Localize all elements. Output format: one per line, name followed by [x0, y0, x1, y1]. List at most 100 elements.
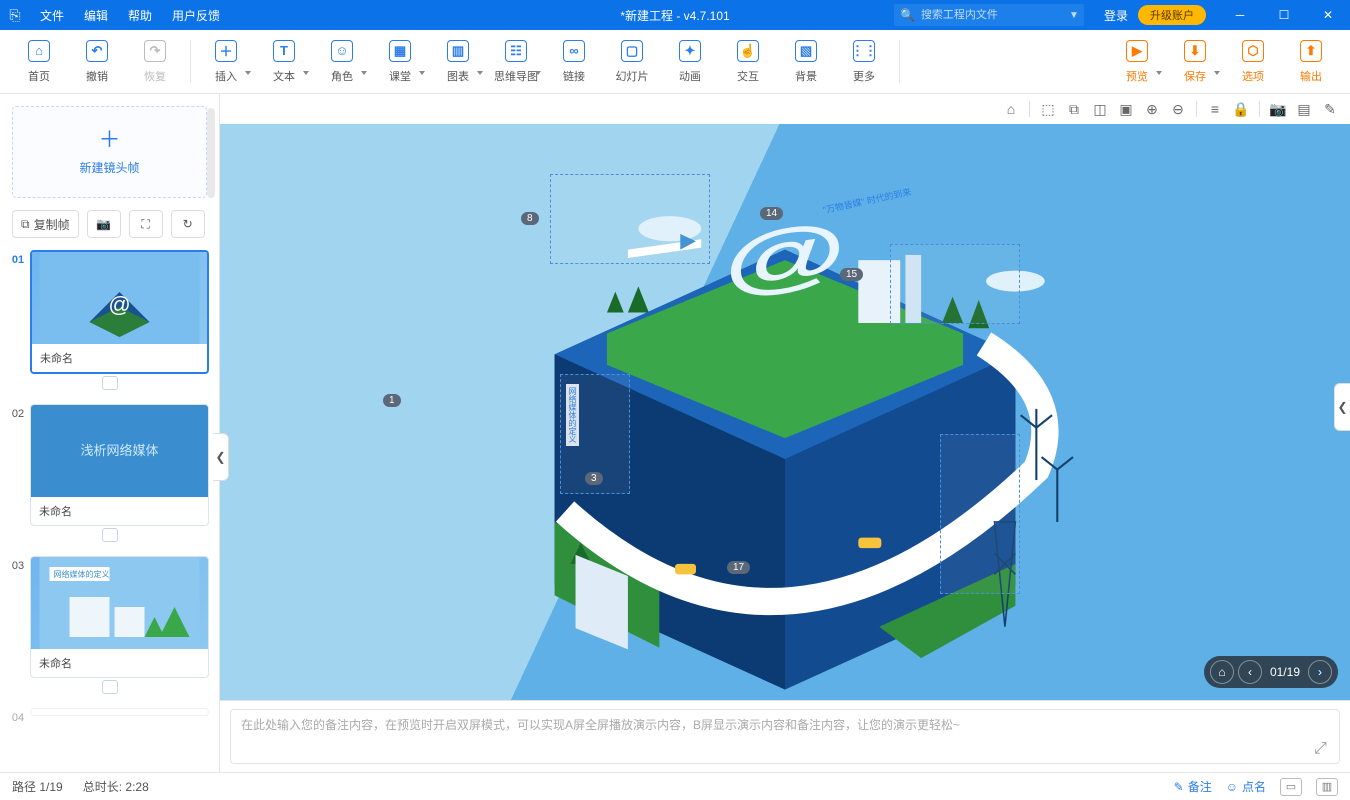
app-icon: ⎘ — [0, 7, 30, 24]
status-note-link[interactable]: ✎备注 — [1174, 778, 1212, 795]
marker[interactable]: 8 — [521, 212, 539, 225]
upgrade-button[interactable]: 升级账户 — [1138, 5, 1206, 25]
tool-undo[interactable]: ↶撤销 — [68, 30, 126, 93]
thumb-num: 02 — [9, 408, 27, 420]
notes-input[interactable] — [230, 709, 1340, 764]
canvas-toolbar: ⌂ ⬚ ⧉ ◫ ▣ ⊕ ⊖ ≡ 🔒 📷 ▤ ✎ — [220, 94, 1350, 124]
tool-export[interactable]: ⬆输出 — [1282, 30, 1340, 93]
canvas-clip-icon[interactable]: ◫ — [1088, 97, 1112, 121]
tool-slide[interactable]: ▢幻灯片 — [603, 30, 661, 93]
thumb-03[interactable]: 03 网络媒体的定义 未命名 — [10, 556, 209, 698]
edit-icon[interactable]: ✎ — [1318, 97, 1342, 121]
zoom-in-icon[interactable]: ⊕ — [1140, 97, 1164, 121]
canvas-area: ⌂ ⬚ ⧉ ◫ ▣ ⊕ ⊖ ≡ 🔒 📷 ▤ ✎ — [220, 94, 1350, 772]
zoom-out-icon[interactable]: ⊖ — [1166, 97, 1190, 121]
nav-prev-icon[interactable]: ‹ — [1238, 660, 1262, 684]
marker[interactable]: 17 — [727, 561, 750, 574]
tool-class[interactable]: ▦课堂 — [371, 30, 429, 93]
snapshot-icon[interactable]: 📷 — [1266, 97, 1290, 121]
marker[interactable]: 1 — [383, 394, 401, 407]
svg-text:@: @ — [108, 292, 130, 317]
timer-icon — [102, 680, 118, 694]
tool-preview[interactable]: ▶预览 — [1108, 30, 1166, 93]
tool-bg[interactable]: ▧背景 — [777, 30, 835, 93]
thumb-caption: 未命名 — [31, 497, 208, 525]
status-roll-link[interactable]: ☺点名 — [1226, 778, 1266, 795]
canvas[interactable]: @ — [220, 124, 1350, 700]
tool-interact[interactable]: ☝交互 — [719, 30, 777, 93]
sidebar: ＋ 新建镜头帧 ⧉复制帧 📷 ⛶ ↻ 01 @ 未命名 02 浅析网络媒体 — [0, 94, 220, 772]
svg-text:@: @ — [724, 206, 847, 307]
status-path: 路径 1/19 — [12, 778, 63, 795]
canvas-home-icon[interactable]: ⌂ — [999, 97, 1023, 121]
note-icon: ✎ — [1174, 780, 1184, 794]
tool-more[interactable]: ⋮⋮更多 — [835, 30, 893, 93]
new-frame-button[interactable]: ＋ 新建镜头帧 — [12, 106, 207, 198]
plus-icon: ＋ — [98, 129, 120, 151]
camera-icon: 📷 — [96, 217, 111, 231]
search-box[interactable]: 🔍 ▼ — [894, 4, 1084, 26]
camera-button[interactable]: 📷 — [87, 210, 121, 238]
canvas-paste-icon[interactable]: ▣ — [1114, 97, 1138, 121]
tool-redo[interactable]: ↷恢复 — [126, 30, 184, 93]
nav-home-icon[interactable]: ⌂ — [1210, 660, 1234, 684]
search-input[interactable] — [921, 9, 1063, 21]
tool-options[interactable]: ⬡选项 — [1224, 30, 1282, 93]
thumb-02[interactable]: 02 浅析网络媒体 未命名 — [10, 404, 209, 546]
thumb-01[interactable]: 01 @ 未命名 — [10, 250, 209, 394]
copy-icon: ⧉ — [21, 217, 30, 232]
notes-expand-icon[interactable]: ⤢ — [1314, 740, 1332, 758]
search-dropdown-icon[interactable]: ▼ — [1069, 10, 1079, 21]
copy-frame-label: 复制帧 — [34, 216, 70, 233]
tool-anim[interactable]: ✦动画 — [661, 30, 719, 93]
lock-icon[interactable]: 🔒 — [1229, 97, 1253, 121]
selection-box[interactable] — [940, 434, 1020, 594]
copy-frame-button[interactable]: ⧉ 复制帧 — [12, 210, 79, 238]
tool-role[interactable]: ☺角色 — [313, 30, 371, 93]
marker[interactable]: 14 — [760, 207, 783, 220]
notes-area: ⤢ — [220, 700, 1350, 772]
sidebar-collapse[interactable]: ❮ — [213, 433, 229, 481]
marker[interactable]: 15 — [840, 268, 863, 281]
tool-insert[interactable]: ＋插入 — [197, 30, 255, 93]
scan-button[interactable]: ⛶ — [129, 210, 163, 238]
selection-box[interactable] — [550, 174, 710, 264]
menu-feedback[interactable]: 用户反馈 — [162, 0, 230, 30]
tool-save[interactable]: ⬇保存 — [1166, 30, 1224, 93]
tool-link[interactable]: ∞链接 — [545, 30, 603, 93]
tool-text[interactable]: T文本 — [255, 30, 313, 93]
thumb-num: 03 — [9, 560, 27, 572]
status-grid-icon[interactable]: ▥ — [1316, 778, 1338, 796]
main-toolbar: ⌂首页 ↶撤销 ↷恢复 ＋插入 T文本 ☺角色 ▦课堂 ▥图表 ☷思维导图 ∞链… — [0, 30, 1350, 94]
thumb-num: 04 — [9, 712, 27, 724]
align-icon[interactable]: ≡ — [1203, 97, 1227, 121]
window-close[interactable]: ✕ — [1306, 0, 1350, 30]
status-duration: 总时长: 2:28 — [83, 778, 149, 795]
window-maximize[interactable]: ☐ — [1262, 0, 1306, 30]
right-panel-expand[interactable]: ❮ — [1334, 383, 1350, 431]
marker[interactable]: 3 — [585, 472, 603, 485]
sidebar-scrollbar[interactable] — [207, 108, 215, 198]
window-minimize[interactable]: ─ — [1218, 0, 1262, 30]
thumb-caption: 未命名 — [32, 344, 207, 372]
nav-next-icon[interactable]: › — [1308, 660, 1332, 684]
canvas-copy-icon[interactable]: ⧉ — [1062, 97, 1086, 121]
menu-file[interactable]: 文件 — [30, 0, 74, 30]
login-link[interactable]: 登录 — [1094, 7, 1138, 24]
layers-icon[interactable]: ▤ — [1292, 97, 1316, 121]
timer-icon — [102, 376, 118, 390]
tool-home[interactable]: ⌂首页 — [10, 30, 68, 93]
scan-icon: ⛶ — [141, 217, 149, 232]
nav-count: 01/19 — [1266, 665, 1304, 679]
selection-box[interactable] — [890, 244, 1020, 324]
menu-edit[interactable]: 编辑 — [74, 0, 118, 30]
thumb-04[interactable]: 04 — [10, 708, 209, 716]
tool-mindmap[interactable]: ☷思维导图 — [487, 30, 545, 93]
tool-chart[interactable]: ▥图表 — [429, 30, 487, 93]
svg-text:网络媒体的定义: 网络媒体的定义 — [54, 569, 110, 579]
status-screen-icon[interactable]: ▭ — [1280, 778, 1302, 796]
menu-help[interactable]: 帮助 — [118, 0, 162, 30]
canvas-fit-icon[interactable]: ⬚ — [1036, 97, 1060, 121]
frame-nav: ⌂ ‹ 01/19 › — [1204, 656, 1338, 688]
refresh-button[interactable]: ↻ — [171, 210, 205, 238]
